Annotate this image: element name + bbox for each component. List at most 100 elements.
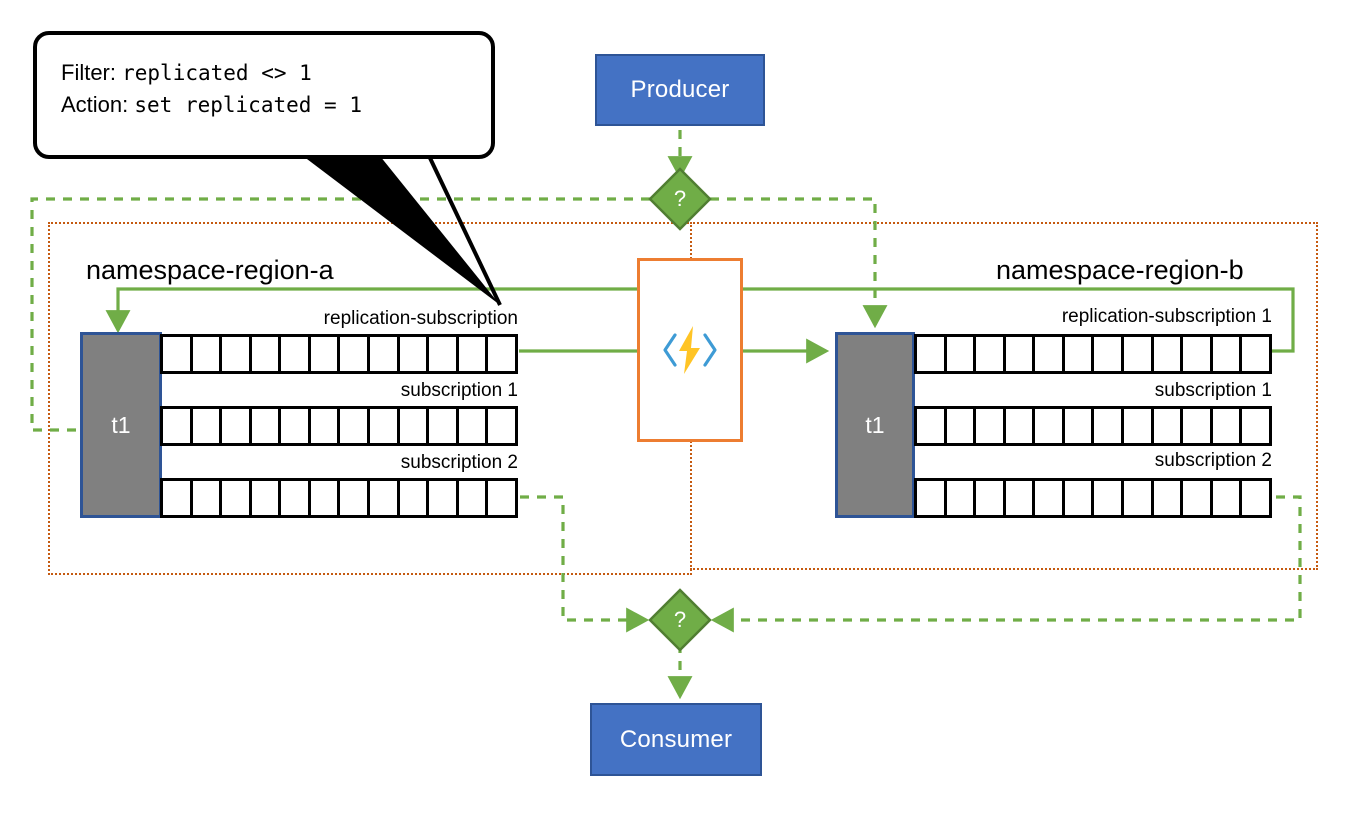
queue-cell xyxy=(976,409,1006,443)
queue-cell xyxy=(1006,481,1036,515)
queue-cell xyxy=(370,337,400,371)
queue-b-sub2[interactable] xyxy=(914,478,1272,518)
namespace-label-b: namespace-region-b xyxy=(996,255,1244,285)
queue-cell xyxy=(488,481,515,515)
queue-cell xyxy=(947,481,977,515)
decision-top-label: ? xyxy=(673,186,687,211)
queue-cell xyxy=(429,481,459,515)
callout-expression-action: set replicated = 1 xyxy=(134,92,362,117)
queue-cell xyxy=(1183,409,1213,443)
queue-cell xyxy=(311,481,341,515)
queue-label-b-replication: replication-subscription 1 xyxy=(1061,306,1272,327)
topic-a-label: t1 xyxy=(111,411,131,438)
topic-b[interactable]: t1 xyxy=(835,332,915,518)
queue-cell xyxy=(947,337,977,371)
producer-label: Producer xyxy=(630,76,730,103)
callout-row-filter: Filter: replicated <> 1 xyxy=(61,57,467,89)
queue-cell xyxy=(400,481,430,515)
queue-cell xyxy=(193,409,223,443)
queue-cell xyxy=(976,337,1006,371)
queue-cell xyxy=(1035,337,1065,371)
queue-cell xyxy=(459,409,489,443)
queue-b-sub1[interactable] xyxy=(914,406,1272,446)
queue-cell xyxy=(1242,481,1269,515)
queue-cell xyxy=(400,337,430,371)
callout-label-action: Action: xyxy=(61,91,129,117)
queue-cell xyxy=(163,337,193,371)
queue-cell xyxy=(1094,337,1125,371)
namespace-label-a: namespace-region-a xyxy=(86,255,334,285)
queue-cell xyxy=(1183,337,1213,371)
queue-cell xyxy=(488,337,515,371)
topic-b-label: t1 xyxy=(865,411,885,438)
queue-cell xyxy=(1242,337,1269,371)
queue-cell xyxy=(1035,409,1065,443)
queue-cell xyxy=(1065,409,1095,443)
queue-a-replication[interactable] xyxy=(160,334,518,374)
queue-cell xyxy=(947,409,977,443)
queue-cell xyxy=(400,409,430,443)
queue-cell xyxy=(340,409,371,443)
callout-label-filter: Filter: xyxy=(61,60,116,85)
queue-cell xyxy=(1183,481,1213,515)
queue-cell xyxy=(281,337,311,371)
callout-expression-filter: replicated <> 1 xyxy=(122,61,312,85)
queue-cell xyxy=(1213,337,1243,371)
queue-a-sub1[interactable] xyxy=(160,406,518,446)
queue-cell xyxy=(1065,481,1095,515)
queue-cell xyxy=(163,481,193,515)
queue-cell xyxy=(1124,481,1154,515)
queue-cell xyxy=(1154,409,1184,443)
queue-cell xyxy=(1094,409,1125,443)
queue-cell xyxy=(459,481,489,515)
azure-function-bolt-icon xyxy=(663,326,717,374)
queue-cell xyxy=(1213,481,1243,515)
queue-cell xyxy=(1094,481,1125,515)
topic-a[interactable]: t1 xyxy=(80,332,162,518)
decision-top[interactable]: ? xyxy=(648,167,712,231)
decision-bottom[interactable]: ? xyxy=(648,588,712,652)
queue-cell xyxy=(429,409,459,443)
queue-cell xyxy=(370,409,400,443)
queue-cell xyxy=(1213,409,1243,443)
queue-cell xyxy=(976,481,1006,515)
queue-cell xyxy=(252,409,282,443)
queue-cell xyxy=(193,481,223,515)
queue-cell xyxy=(222,337,252,371)
queue-label-a-sub1: subscription 1 xyxy=(400,380,518,401)
queue-cell xyxy=(1154,337,1184,371)
queue-cell xyxy=(917,481,947,515)
producer-box[interactable]: Producer xyxy=(595,54,765,126)
queue-cell xyxy=(311,337,341,371)
queue-cell xyxy=(1124,409,1154,443)
queue-cell xyxy=(1006,409,1036,443)
queue-cell xyxy=(252,481,282,515)
queue-cell xyxy=(311,409,341,443)
queue-label-a-sub2: subscription 2 xyxy=(400,452,518,473)
queue-cell xyxy=(340,337,371,371)
queue-cell xyxy=(917,409,947,443)
function-app-box[interactable] xyxy=(637,258,743,442)
filter-action-callout: Filter: replicated <> 1 Action: set repl… xyxy=(33,31,495,159)
queue-cell xyxy=(1006,337,1036,371)
queue-cell xyxy=(193,337,223,371)
queue-cell xyxy=(222,409,252,443)
wire-sub2-a-to-decision xyxy=(520,495,650,633)
consumer-label: Consumer xyxy=(619,725,733,753)
queue-label-a-replication: replication-subscription xyxy=(323,308,518,329)
queue-a-sub2[interactable] xyxy=(160,478,518,518)
queue-cell xyxy=(488,409,515,443)
queue-cell xyxy=(222,481,252,515)
queue-cell xyxy=(429,337,459,371)
queue-cell xyxy=(917,337,947,371)
queue-cell xyxy=(1035,481,1065,515)
callout-row-action: Action: set replicated = 1 xyxy=(61,89,467,121)
queue-cell xyxy=(281,409,311,443)
queue-b-replication[interactable] xyxy=(914,334,1272,374)
consumer-box[interactable]: Consumer xyxy=(590,703,762,776)
queue-cell xyxy=(1242,409,1269,443)
queue-cell xyxy=(1154,481,1184,515)
queue-cell xyxy=(370,481,400,515)
queue-cell xyxy=(340,481,371,515)
queue-cell xyxy=(281,481,311,515)
